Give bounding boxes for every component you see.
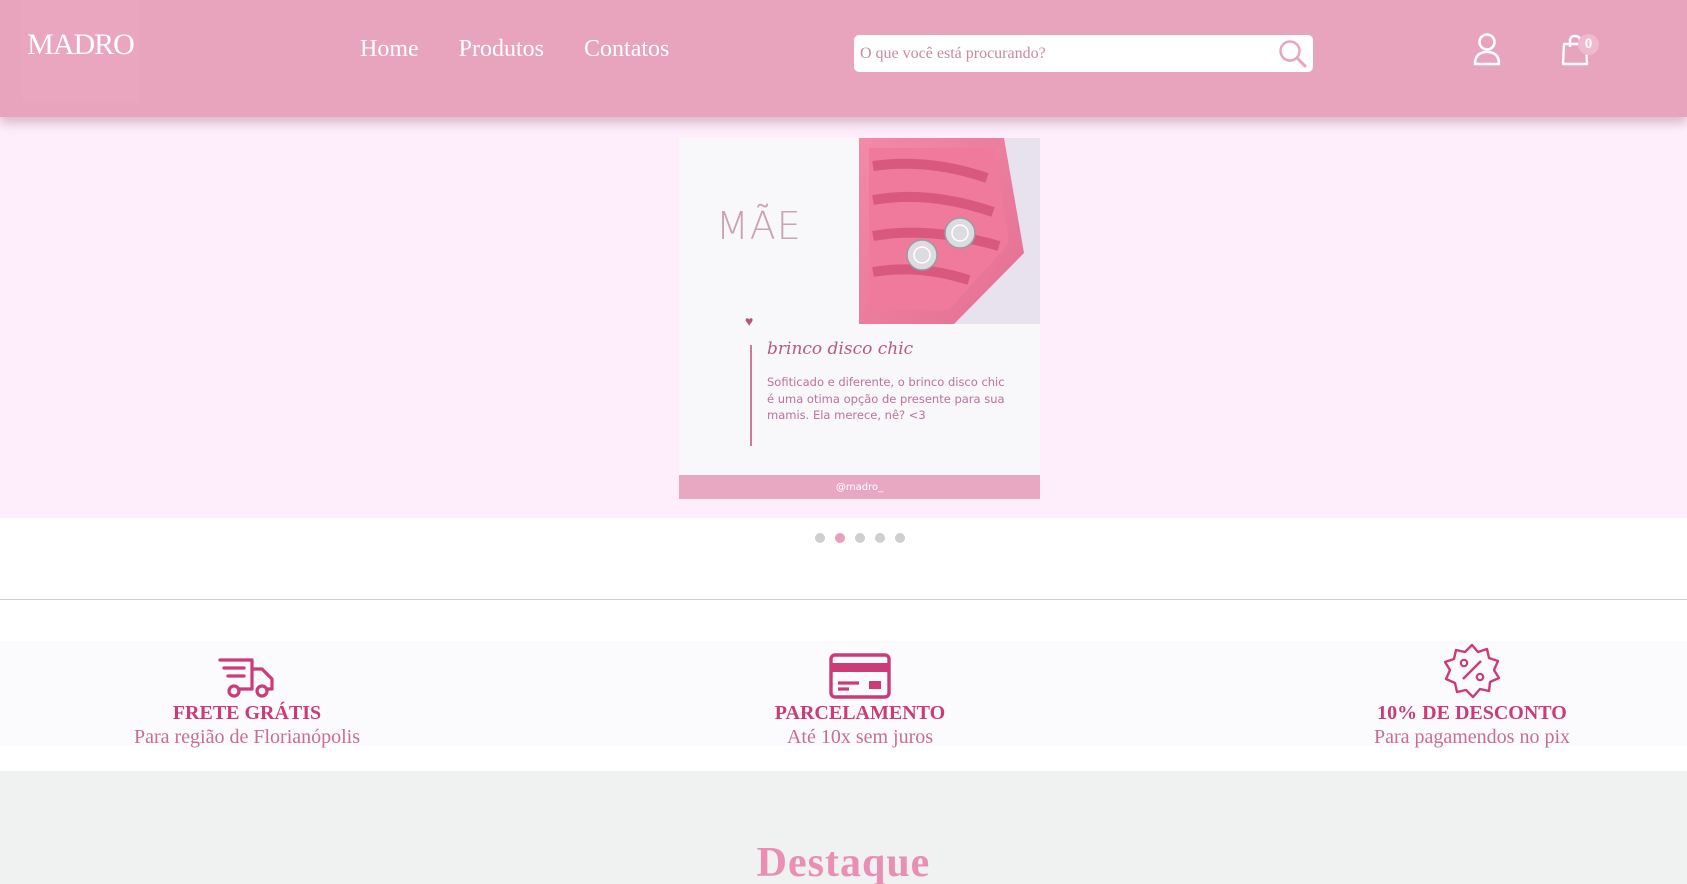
search-input[interactable] <box>854 35 1273 72</box>
account-button[interactable] <box>1472 32 1502 66</box>
carousel-dot-1[interactable] <box>815 533 825 543</box>
heart-icon: ♥ <box>745 315 754 330</box>
benefit-title: 10% DE DESCONTO <box>1377 702 1567 724</box>
logo[interactable]: MADRO <box>23 0 138 103</box>
slide-description: Sofiticado e diferente, o brinco disco c… <box>767 375 1005 422</box>
logo-text: MADRO <box>27 27 135 61</box>
discount-badge-icon <box>1443 643 1501 699</box>
carousel-dot-4[interactable] <box>875 533 885 543</box>
benefit-discount: 10% DE DESCONTO Para pagamendos no pix <box>1272 641 1672 749</box>
benefit-title: PARCELAMENTO <box>774 702 946 724</box>
carousel-slide[interactable]: MÃE ♥ brinco disco chic Sofiticado e dif… <box>679 138 1040 499</box>
benefit-free-shipping: FRETE GRÁTIS Para região de Florianópoli… <box>47 641 447 749</box>
carousel-dot-2[interactable] <box>835 533 845 543</box>
slide-product-title: brinco disco chic <box>767 339 914 359</box>
slide-heading: MÃE <box>716 204 802 248</box>
benefit-title: FRETE GRÁTIS <box>172 702 322 724</box>
main-nav: Home Produtos Contatos <box>360 36 669 63</box>
site-header: MADRO Home Produtos Contatos 0 <box>0 0 1687 117</box>
benefit-subtitle: Para pagamendos no pix <box>1373 726 1571 748</box>
search-bar <box>854 35 1313 72</box>
carousel-dot-5[interactable] <box>895 533 905 543</box>
user-icon <box>1473 33 1501 66</box>
truck-icon <box>218 658 274 698</box>
section-divider <box>0 599 1687 600</box>
featured-section: Destaque <box>0 771 1687 884</box>
section-title: Destaque <box>756 840 931 884</box>
benefits-bar: FRETE GRÁTIS Para região de Florianópoli… <box>0 641 1687 749</box>
benefit-installments: PARCELAMENTO Até 10x sem juros <box>660 641 1060 749</box>
benefit-subtitle: Até 10x sem juros <box>786 726 934 748</box>
nav-contatos[interactable]: Contatos <box>584 36 669 63</box>
slide-handle: @madro_ <box>679 475 1040 499</box>
nav-home[interactable]: Home <box>360 36 419 63</box>
credit-card-icon <box>829 653 891 699</box>
search-button[interactable] <box>1273 35 1313 72</box>
search-icon <box>1279 39 1307 67</box>
carousel-dot-3[interactable] <box>855 533 865 543</box>
carousel-dots <box>815 533 905 543</box>
product-photo <box>859 138 1040 324</box>
earring-box-image <box>859 138 1040 324</box>
cart-count-badge: 0 <box>1578 34 1599 55</box>
slide-accent-line <box>750 345 752 446</box>
nav-produtos[interactable]: Produtos <box>459 36 544 63</box>
benefit-subtitle: Para região de Florianópolis <box>133 726 361 748</box>
